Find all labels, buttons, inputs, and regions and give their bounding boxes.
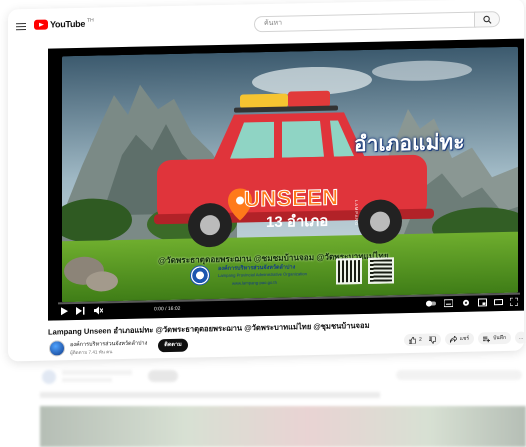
org-url: www.lampang-pao.go.th	[232, 279, 277, 286]
search-input[interactable]: ค้นหา	[254, 11, 476, 33]
save-button[interactable]: บันทึก	[478, 331, 512, 345]
time-display: 0:00 / 16:02	[154, 305, 181, 313]
share-label: แชร์	[459, 335, 470, 342]
video-player[interactable]: UNSEEN 13 อำเภอ LAMPANG อำเภอแม่ทะ @วัดพ…	[48, 38, 524, 321]
reflection-subs-line	[62, 378, 112, 382]
channel-avatar[interactable]	[49, 340, 65, 357]
fullscreen-icon[interactable]	[510, 297, 518, 306]
more-icon: ...	[519, 334, 524, 341]
more-actions-button[interactable]: ...	[515, 331, 524, 344]
reflection-avatar	[42, 370, 56, 384]
theater-mode-icon[interactable]	[494, 298, 503, 306]
subscribe-button[interactable]: ติดตาม	[158, 338, 188, 353]
thumbs-up-icon	[409, 336, 416, 344]
logo-text: YouTube	[50, 18, 86, 30]
search-icon	[483, 15, 492, 24]
reflection-channel-line	[62, 370, 132, 375]
like-dislike-button[interactable]: 2	[404, 333, 441, 347]
qr-code-right	[368, 257, 394, 284]
hamburger-menu-icon[interactable]	[16, 23, 26, 31]
reflection-title-line	[40, 392, 380, 398]
save-playlist-icon	[483, 336, 491, 342]
subtitles-icon[interactable]	[444, 299, 453, 308]
share-button[interactable]: แชร์	[444, 332, 475, 346]
play-logo-icon	[34, 19, 48, 30]
qr-code-left	[336, 257, 362, 285]
badge-district-count: 13 อำเภอ	[266, 212, 329, 231]
reflection-actions	[396, 370, 522, 380]
autoplay-toggle-icon[interactable]	[426, 299, 436, 307]
window-reflection	[30, 356, 526, 447]
settings-gear-icon[interactable]	[462, 299, 470, 307]
reflection-subscribe	[148, 370, 178, 382]
badge-vertical-text: LAMPANG	[354, 200, 359, 227]
like-count: 2	[419, 336, 422, 343]
video-title: Lampang Unseen อำเภอแม่ทะ @วัดพระธาตุดอย…	[48, 320, 370, 337]
share-icon	[449, 335, 457, 343]
next-icon[interactable]	[76, 306, 85, 315]
miniplayer-icon[interactable]	[478, 298, 487, 307]
thumbs-down-icon	[428, 335, 436, 344]
action-bar: 2 แชร์ บันทึก ...	[404, 331, 524, 347]
save-label: บันทึก	[493, 334, 507, 342]
channel-name[interactable]: องค์การบริหารส่วนจังหวัดลำปาง	[70, 339, 147, 349]
search-button[interactable]	[474, 11, 500, 28]
reflection-video-strip	[40, 406, 526, 447]
masthead: YouTube TH ค้นหา	[8, 0, 524, 43]
youtube-logo[interactable]: YouTube TH	[34, 17, 94, 30]
mute-icon[interactable]	[94, 306, 103, 315]
browser-window: YouTube TH ค้นหา UNSEEN 13 อำเภอ LAMPANG…	[8, 0, 524, 362]
logo-country-code: TH	[87, 17, 94, 24]
video-frame: UNSEEN 13 อำเภอ LAMPANG อำเภอแม่ทะ @วัดพ…	[62, 46, 518, 303]
play-icon[interactable]	[60, 307, 68, 316]
thumbnail-title: อำเภอแม่ทะ	[354, 129, 465, 157]
